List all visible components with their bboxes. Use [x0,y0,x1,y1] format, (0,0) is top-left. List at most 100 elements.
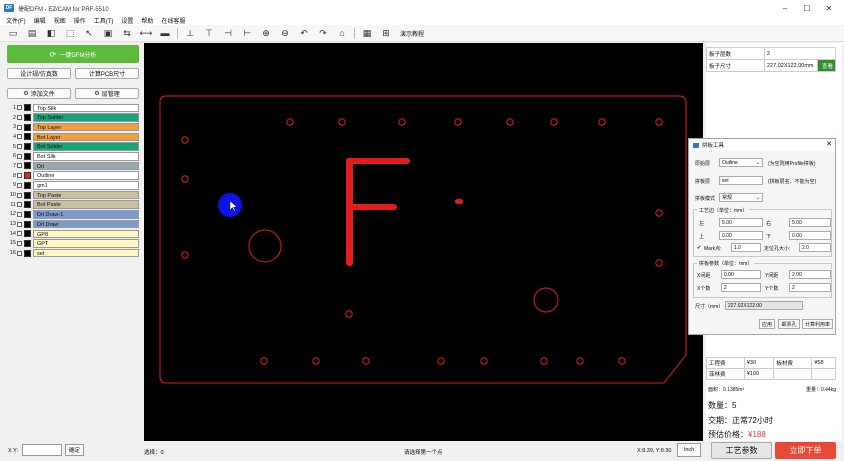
layer-visibility-checkbox[interactable] [17,231,22,237]
calc-utilization-button[interactable]: 计算利用率 [802,319,833,329]
move-icon[interactable]: ⇆ [120,27,134,39]
layer-color-swatch[interactable] [24,104,31,112]
select-icon[interactable]: ⬚ [63,27,77,39]
layer-visibility-checkbox[interactable] [17,221,22,227]
view-button[interactable]: 查看 [817,59,836,72]
layer-color-swatch[interactable] [24,210,31,218]
source-layer-select[interactable]: Outline ⌄ [719,158,763,167]
layer-visibility-checkbox[interactable] [17,211,22,217]
layer-visibility-checkbox[interactable] [17,182,22,188]
minimize-icon[interactable]: – [774,0,796,16]
measure-icon[interactable]: ⟷ [139,27,153,39]
xy-input[interactable] [22,444,62,456]
calc-pcb-size-button[interactable]: 计算PCB尺寸 [75,68,139,79]
network-icon[interactable]: ⊞ [379,27,393,39]
home-icon[interactable]: ⌂ [335,27,349,39]
menu-view[interactable]: 视图 [54,16,66,25]
panel-layer-input[interactable]: set [719,176,763,185]
y-count-input[interactable]: 2 [789,283,831,292]
layer-row[interactable]: 9 gm1 [8,181,139,191]
layer-visibility-checkbox[interactable] [17,163,22,169]
menu-operate[interactable]: 操作 [74,16,86,25]
demo-tutorial-button[interactable]: 演示教程 [400,29,424,38]
x-gap-input[interactable]: 0.00 [721,270,761,279]
layer-row[interactable]: 7 Drl [8,161,139,171]
confirm-button[interactable]: 确定 [65,444,84,456]
stamp-hole-button[interactable]: 邮票孔 [778,319,800,329]
layer-color-swatch[interactable] [24,230,31,238]
grid-icon[interactable]: ▦ [360,27,374,39]
layer-color-swatch[interactable] [24,191,31,199]
panel-mode-select[interactable]: 常规 ⌄ [719,193,763,202]
layer-visibility-checkbox[interactable] [17,105,22,111]
menu-tools[interactable]: 工具(T) [94,16,114,25]
layer-visibility-checkbox[interactable] [17,173,22,179]
y-gap-input[interactable]: 2.00 [789,270,831,279]
layer-visibility-checkbox[interactable] [17,124,22,130]
layer-row[interactable]: 6 Bot Silk [8,151,139,161]
apply-button[interactable]: 应用 [759,319,775,329]
align-top-icon[interactable]: ⊤ [202,27,216,39]
menu-file[interactable]: 文件(F) [6,16,26,25]
layer-color-swatch[interactable] [24,162,31,170]
bottom-margin-input[interactable]: 0.00 [789,231,831,240]
process-params-button[interactable]: 工艺参数 [711,442,772,459]
top-margin-input[interactable]: 0.00 [719,231,763,240]
layer-color-swatch[interactable] [24,114,31,122]
layer-visibility-checkbox[interactable] [17,192,22,198]
left-margin-input[interactable]: 5.00 [719,218,763,227]
layer-color-swatch[interactable] [24,123,31,131]
layer-color-swatch[interactable] [24,201,31,209]
maximize-icon[interactable]: ☐ [796,0,818,16]
layer-color-swatch[interactable] [24,143,31,151]
layer-row[interactable]: 15 GPT [8,239,139,249]
layer-visibility-checkbox[interactable] [17,250,22,256]
align-left-icon[interactable]: ⊣ [221,27,235,39]
dialog-close-icon[interactable]: ✕ [826,140,832,148]
undo-icon[interactable]: ↶ [297,27,311,39]
zoom-out-icon[interactable]: ⊖ [278,27,292,39]
layer-color-swatch[interactable] [24,133,31,141]
menu-help[interactable]: 帮助 [141,16,153,25]
menu-edit[interactable]: 编辑 [34,16,46,25]
layer-color-swatch[interactable] [24,220,31,228]
ruler-icon[interactable]: ▬ [158,27,172,39]
hole-size-input[interactable]: 2.0 [799,243,831,252]
close-icon[interactable]: ✕ [818,0,840,16]
layer-row[interactable]: 3 Top Layer [8,122,139,132]
layer-row[interactable]: 2 Top Solder [8,113,139,123]
zoom-in-icon[interactable]: ⊕ [259,27,273,39]
layer-color-swatch[interactable] [24,152,31,160]
order-now-button[interactable]: 立即下单 [775,442,836,459]
unit-toggle-button[interactable]: Inch [677,443,701,457]
layer-color-swatch[interactable] [24,239,31,247]
layer-row[interactable]: 14 GP8 [8,229,139,239]
layer-row[interactable]: 16 set [8,248,139,258]
layer-visibility-checkbox[interactable] [17,153,22,159]
layer-row[interactable]: 13 Drl Draw [8,219,139,229]
layer-visibility-checkbox[interactable] [17,134,22,140]
layer-color-swatch[interactable] [24,249,31,257]
layer-color-swatch[interactable] [24,172,31,180]
layer-visibility-checkbox[interactable] [17,240,22,246]
layer-visibility-checkbox[interactable] [17,144,22,150]
layer-row[interactable]: 4 Bot Layer [8,132,139,142]
layer-row[interactable]: 11 Bot Paste [8,200,139,210]
layer-icon[interactable]: ◧ [44,27,58,39]
menu-settings[interactable]: 设置 [121,16,133,25]
right-margin-input[interactable]: 5.00 [789,218,831,227]
align-right-icon[interactable]: ⊢ [240,27,254,39]
x-count-input[interactable]: 2 [721,283,761,292]
align-bottom-icon[interactable]: ⊥ [183,27,197,39]
layer-visibility-checkbox[interactable] [17,115,22,121]
mark-checkbox[interactable]: ✔ [697,245,701,251]
layer-row[interactable]: 5 Bot Solder [8,142,139,152]
box-select-icon[interactable]: ▣ [101,27,115,39]
redo-icon[interactable]: ↷ [316,27,330,39]
dfm-analysis-button[interactable]: ⟳ 一键DFM分析 [7,45,139,63]
design-spec-button[interactable]: 设计规/仿真数 [7,68,71,79]
pcb-canvas[interactable] [144,43,703,441]
mark-input[interactable]: 1.0 [731,243,761,252]
layer-row[interactable]: 8 Outline [8,171,139,181]
pointer-icon[interactable]: ↖ [82,27,96,39]
